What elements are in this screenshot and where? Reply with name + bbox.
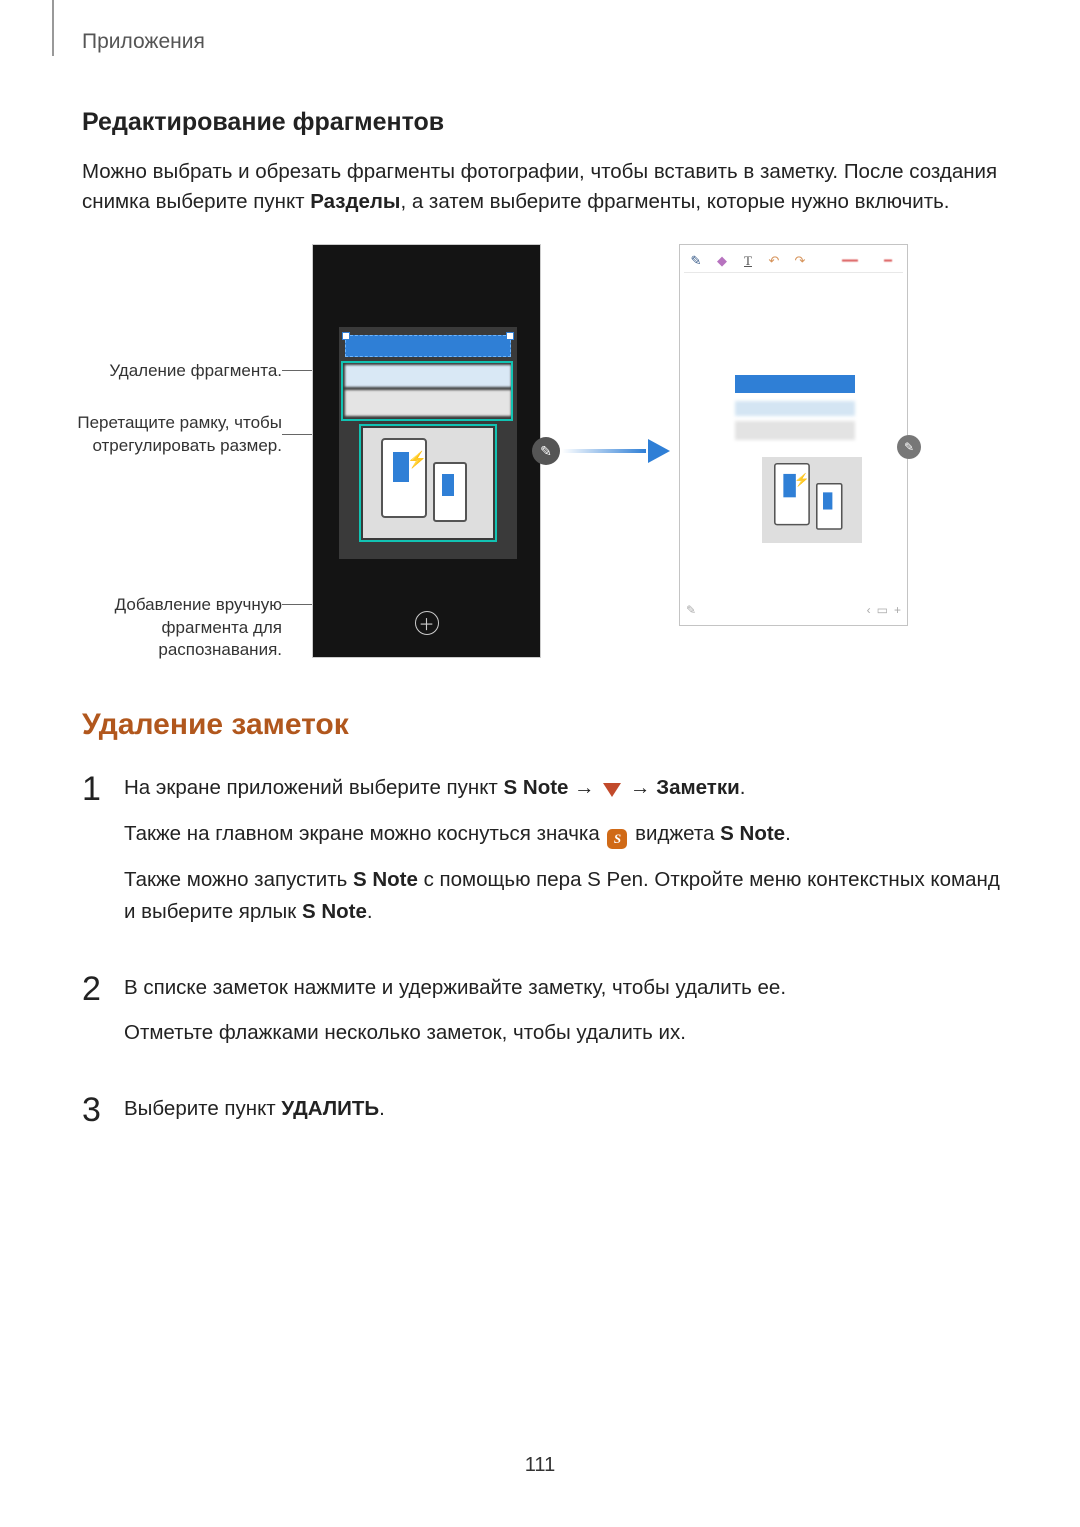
step-number: 1	[82, 772, 124, 806]
page-number: 111	[0, 1454, 1080, 1477]
text: .	[785, 822, 791, 845]
bold: S Note	[720, 822, 785, 845]
toolbar-action: ━	[877, 253, 899, 269]
teal-region-outline	[341, 361, 513, 421]
callout-resize: Перетащите рамку, чтобы отрегулировать р…	[72, 412, 282, 456]
callout-delete: Удаление фрагмента.	[72, 360, 282, 382]
step-text: В списке заметок нажмите и удерживайте з…	[124, 972, 1002, 1004]
add-fragment-icon: ＋	[415, 611, 439, 635]
photo-panel: ⚡	[339, 327, 517, 559]
margin-rule	[52, 0, 54, 56]
toolbar-action: ━━	[833, 253, 867, 269]
step-number: 3	[82, 1093, 124, 1127]
text: фрагмента для	[162, 618, 282, 637]
callout-add: Добавление вручную фрагмента для распозн…	[72, 594, 282, 660]
text: Также на главном экране можно коснуться …	[124, 822, 605, 845]
screenshot-sections-editor: ⚡ ✎ ＋	[312, 244, 541, 658]
bold-razdely: Разделы	[310, 190, 400, 213]
step-text: Также можно запустить S Note с помощью п…	[124, 864, 1002, 928]
pasted-fragment	[735, 375, 855, 393]
phone-graphic: ⚡	[774, 463, 810, 525]
pasted-thumb: ⚡	[762, 457, 862, 543]
text-tool-icon: T	[740, 253, 756, 269]
pasted-fragment	[735, 421, 855, 440]
text: →	[568, 776, 600, 799]
section-title-delete: Удаление заметок	[82, 708, 1002, 742]
intro-paragraph: Можно выбрать и обрезать фрагменты фотог…	[82, 157, 1002, 216]
pen-tool-icon: ✎	[688, 253, 704, 269]
step-3: 3 Выберите пункт УДАЛИТЬ.	[82, 1093, 1002, 1139]
dropdown-triangle-icon	[602, 780, 622, 800]
text: .	[379, 1097, 385, 1120]
text: На экране приложений выберите пункт	[124, 776, 504, 799]
screenshot-snote-result: ✎ ◆ T ↶ ↷ ━━ ━ ⚡ ✎ ‹ ▭ +	[679, 244, 908, 626]
step-text: Также на главном экране можно коснуться …	[124, 818, 1002, 850]
undo-icon: ↶	[766, 253, 782, 269]
text: Перетащите рамку, чтобы	[77, 413, 282, 432]
bold: S Note	[353, 868, 418, 891]
step-2: 2 В списке заметок нажмите и удерживайте…	[82, 972, 1002, 1064]
arrow-right-icon	[562, 442, 670, 460]
text: виджета	[629, 822, 720, 845]
text: →	[624, 776, 656, 799]
text: Выберите пункт	[124, 1097, 281, 1120]
edit-fab-icon: ✎	[897, 435, 921, 459]
page-indicator: ▭	[877, 603, 888, 617]
bold: S Note	[302, 900, 367, 923]
step-text: Выберите пункт УДАЛИТЬ.	[124, 1093, 1002, 1125]
figure: Удаление фрагмента. Перетащите рамку, чт…	[82, 244, 1002, 664]
section-title-edit: Редактирование фрагментов	[82, 108, 1002, 137]
bold: Заметки	[656, 776, 739, 799]
text: .	[740, 776, 746, 799]
step-list: 1 На экране приложений выберите пункт S …	[82, 772, 1002, 1138]
bolt-icon: ⚡	[794, 473, 810, 489]
breadcrumb: Приложения	[82, 30, 205, 54]
bold: S Note	[504, 776, 569, 799]
text: Также можно запустить	[124, 868, 353, 891]
text: , а затем выберите фрагменты, которые ну…	[400, 190, 949, 213]
selected-fragment	[345, 335, 511, 357]
text: распознавания.	[158, 640, 282, 659]
bottom-toolbar: ✎ ‹ ▭ +	[686, 599, 901, 621]
edit-fab-icon: ✎	[532, 437, 560, 465]
text: отрегулировать размер.	[92, 436, 282, 455]
pen-icon: ✎	[686, 603, 696, 617]
eraser-tool-icon: ◆	[714, 253, 730, 269]
pasted-fragment	[735, 401, 855, 416]
step-text: Отметьте флажками несколько заметок, что…	[124, 1017, 1002, 1049]
step-number: 2	[82, 972, 124, 1006]
snote-widget-icon: S	[607, 829, 627, 849]
bold: УДАЛИТЬ	[281, 1097, 379, 1120]
redo-icon: ↷	[792, 253, 808, 269]
phone-graphic	[816, 483, 843, 530]
chevron-left-icon: ‹	[867, 603, 871, 617]
step-1: 1 На экране приложений выберите пункт S …	[82, 772, 1002, 941]
plus-icon: +	[894, 603, 901, 617]
teal-region-outline	[359, 424, 497, 542]
text: .	[367, 900, 373, 923]
toolbar: ✎ ◆ T ↶ ↷ ━━ ━	[684, 249, 903, 273]
text: Добавление вручную	[115, 595, 282, 614]
step-text: На экране приложений выберите пункт S No…	[124, 772, 1002, 804]
